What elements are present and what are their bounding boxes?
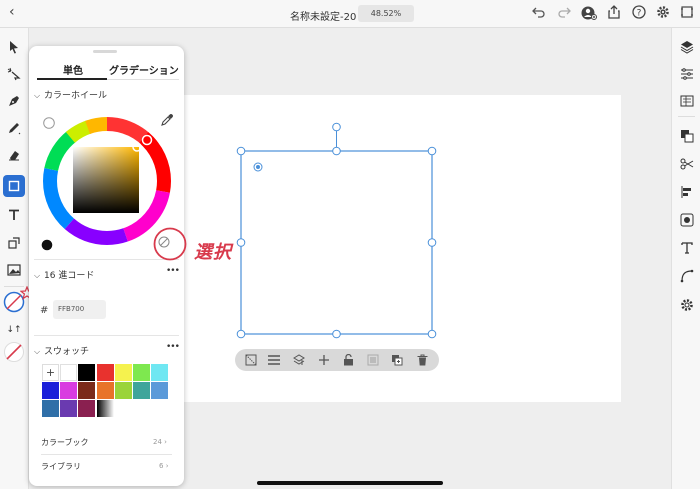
- tab-solid[interactable]: 単色: [63, 62, 83, 77]
- svg-text:?: ?: [637, 9, 642, 19]
- align-menu-icon[interactable]: [266, 352, 282, 368]
- chevron-down-icon: ⌵: [34, 271, 41, 280]
- swatch-more-icon[interactable]: •••: [166, 342, 180, 352]
- swatch[interactable]: [133, 382, 150, 400]
- lock-icon[interactable]: [340, 352, 356, 368]
- pen-tool-icon[interactable]: [3, 90, 25, 112]
- selected-rectangle[interactable]: [230, 118, 445, 343]
- zoom-level[interactable]: 48.52%: [358, 5, 414, 22]
- swatch[interactable]: [42, 400, 59, 418]
- right-toolbar: [671, 28, 700, 489]
- library-label[interactable]: ライブラリ: [41, 461, 81, 472]
- trash-icon[interactable]: [414, 352, 430, 368]
- help-icon[interactable]: ?: [631, 5, 647, 21]
- color-panel: 単色 グラデーション ⌵ カラーホイール ⌵ 16 進コード ••• # FFB…: [29, 46, 184, 486]
- swatch[interactable]: [151, 364, 169, 381]
- eraser-tool-icon[interactable]: [3, 144, 25, 166]
- colorbook-count: 24 ›: [153, 438, 167, 446]
- chevron-down-icon: ⌵: [34, 91, 41, 100]
- settings-icon[interactable]: [655, 5, 671, 21]
- swatch[interactable]: [96, 400, 114, 418]
- swatch[interactable]: [114, 364, 132, 381]
- swatch[interactable]: [60, 382, 78, 400]
- duplicate-icon[interactable]: [389, 352, 405, 368]
- flatten-icon: [365, 352, 381, 368]
- swatch[interactable]: [78, 364, 96, 381]
- library-count: 6 ›: [159, 462, 169, 470]
- hash-symbol: #: [40, 305, 49, 316]
- chevron-down-icon: ⌵: [34, 347, 41, 356]
- swatch[interactable]: [78, 382, 96, 400]
- pathfinder-icon[interactable]: [678, 127, 695, 144]
- cut-icon[interactable]: [678, 155, 695, 172]
- hex-header[interactable]: ⌵ 16 進コード: [34, 268, 94, 281]
- libraries-icon[interactable]: [678, 92, 695, 109]
- layers-icon[interactable]: [678, 38, 695, 55]
- swatch[interactable]: [133, 364, 150, 381]
- swatch[interactable]: [96, 382, 114, 400]
- panel-grabber[interactable]: [93, 50, 117, 53]
- swatch[interactable]: [114, 382, 132, 400]
- direct-select-tool-icon[interactable]: [3, 63, 25, 85]
- colorbook-label[interactable]: カラーブック: [41, 437, 89, 448]
- library-count-value: 6: [159, 462, 164, 470]
- chevron-left-icon[interactable]: ‹: [9, 4, 15, 20]
- undo-icon[interactable]: [531, 5, 547, 21]
- annotation-text: 選択: [194, 242, 232, 263]
- hex-label: 16 進コード: [44, 271, 95, 281]
- rectangle-tool-icon[interactable]: [3, 175, 25, 197]
- colorbook-count-value: 24: [153, 438, 162, 446]
- top-bar: ‹ 名称未設定-20 48.52% ?: [0, 0, 700, 28]
- type-icon[interactable]: [678, 239, 695, 256]
- hex-more-icon[interactable]: •••: [166, 266, 180, 276]
- color-wheel-label: カラーホイール: [44, 91, 108, 101]
- annotation-circle: [153, 227, 187, 261]
- add-user-icon[interactable]: [581, 5, 597, 21]
- symbol-icon[interactable]: [678, 211, 695, 228]
- swap-colors-icon[interactable]: ↓↑: [3, 319, 25, 341]
- tab-gradient[interactable]: グラデーション: [109, 62, 179, 77]
- share-icon[interactable]: [606, 5, 622, 21]
- curve-icon[interactable]: [678, 267, 695, 284]
- image-tool-icon[interactable]: [3, 259, 25, 281]
- select-tool-icon[interactable]: [3, 36, 25, 58]
- color-wheel-header[interactable]: ⌵ カラーホイール: [34, 88, 107, 101]
- align-icon[interactable]: [678, 183, 695, 200]
- swatch[interactable]: [42, 382, 59, 400]
- document-title[interactable]: 名称未設定-20: [290, 8, 356, 23]
- swatch[interactable]: [60, 400, 78, 418]
- mask-icon[interactable]: [243, 352, 259, 368]
- tab-underline: [37, 78, 107, 80]
- swatch-label: スウォッチ: [44, 347, 90, 357]
- redo-icon[interactable]: [556, 5, 572, 21]
- swatch[interactable]: [151, 382, 169, 400]
- arrange-icon[interactable]: [291, 352, 307, 368]
- add-swatch-button[interactable]: +: [42, 364, 59, 381]
- context-taskbar: [235, 349, 439, 371]
- divider: [678, 116, 695, 117]
- swatch[interactable]: [78, 400, 96, 418]
- properties-icon[interactable]: [678, 65, 695, 82]
- swatch[interactable]: [96, 364, 114, 381]
- swatch[interactable]: [60, 364, 78, 381]
- hex-input[interactable]: FFB700: [53, 300, 106, 319]
- pencil-tool-icon[interactable]: [3, 117, 25, 139]
- home-indicator[interactable]: [257, 481, 443, 485]
- shortcut-icon[interactable]: [679, 5, 695, 21]
- transform-tool-icon[interactable]: [3, 232, 25, 254]
- swatch-header[interactable]: ⌵ スウォッチ: [34, 344, 89, 357]
- settings-gear-icon[interactable]: [678, 296, 695, 313]
- type-tool-icon[interactable]: [3, 204, 25, 226]
- stroke-none-icon[interactable]: [3, 341, 25, 363]
- left-toolbar: ↓↑: [0, 28, 35, 489]
- add-point-icon[interactable]: [316, 352, 332, 368]
